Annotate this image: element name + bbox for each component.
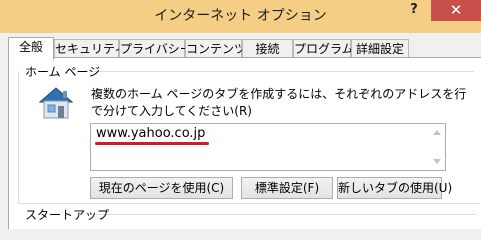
tab-content[interactable]: コンテンツ <box>185 39 246 58</box>
use-default-button[interactable]: 標準設定(F) <box>241 177 333 199</box>
tab-advanced[interactable]: 詳細設定 <box>351 39 409 58</box>
use-current-button[interactable]: 現在のページを使用(C) <box>90 177 233 199</box>
tab-connections[interactable]: 接続 <box>242 39 293 58</box>
home-page-url-textarea[interactable]: www.yahoo.co.jp <box>90 123 446 171</box>
use-new-tab-button[interactable]: 新しいタブの使用(U) <box>337 177 452 199</box>
house-icon <box>37 86 75 120</box>
home-page-group-title: ホーム ページ <box>25 65 101 79</box>
red-underline-annotation <box>95 142 209 145</box>
home-page-description: 複数のホーム ページのタブを作成するには、それぞれのアドレスを行で分けて入力して… <box>91 87 467 118</box>
tab-general[interactable]: 全般 <box>8 37 54 60</box>
tab-privacy[interactable]: プライバシー <box>119 39 192 58</box>
general-tab-panel: ホーム ページ 複数のホーム ページのタブを作成するには、それぞれのアドレスを行… <box>8 57 481 229</box>
scroll-up-arrow-icon[interactable] <box>433 130 441 135</box>
startup-group-title: スタートアップ <box>25 208 110 222</box>
scroll-down-arrow-icon[interactable] <box>433 159 441 164</box>
textarea-scrollbar[interactable] <box>430 124 445 170</box>
home-page-url-value: www.yahoo.co.jp <box>96 126 206 141</box>
startup-group-line <box>96 214 476 215</box>
home-page-group-line <box>93 71 474 72</box>
tab-security[interactable]: セキュリティ <box>54 39 126 58</box>
tab-programs[interactable]: プログラム <box>293 39 354 58</box>
close-button[interactable]: ✕ <box>431 0 481 21</box>
help-button[interactable]: ? <box>400 0 428 22</box>
